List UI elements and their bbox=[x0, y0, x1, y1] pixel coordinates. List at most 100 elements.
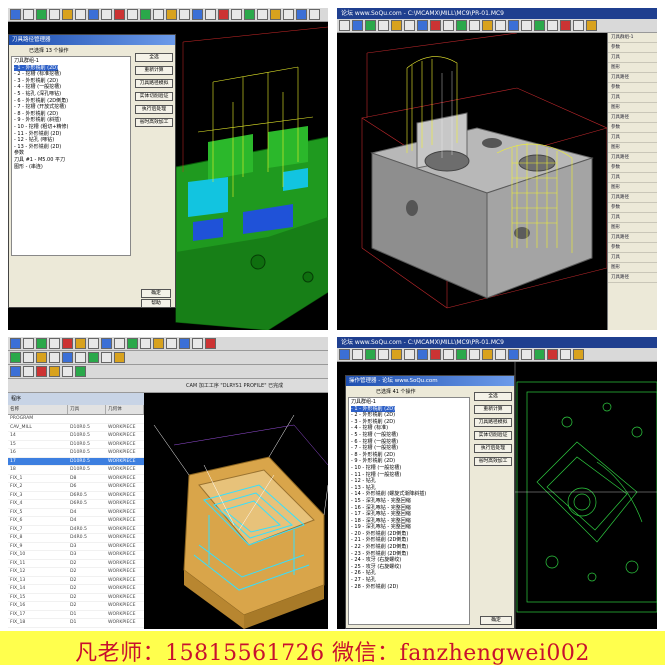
machine-tool-icon[interactable] bbox=[88, 352, 99, 363]
tree-item[interactable]: - 12 - 钻孔 bbox=[351, 478, 467, 485]
operations-tree[interactable]: 刀具群组-1- 1 - 外形铣削 (2D) - 2 - 外形铣削 (2D) - 3 … bbox=[348, 397, 470, 625]
render-icon[interactable] bbox=[205, 338, 216, 349]
side-panel-item[interactable]: 参数 bbox=[608, 163, 657, 173]
toolbar-row-2[interactable] bbox=[8, 351, 328, 365]
zoom-icon[interactable] bbox=[391, 20, 402, 31]
tree-item[interactable]: - 13 - 外形铣削 (2D) bbox=[14, 144, 128, 151]
post-icon[interactable] bbox=[296, 9, 307, 20]
rotate-icon[interactable] bbox=[417, 20, 428, 31]
side-panel-item[interactable]: 参数 bbox=[608, 243, 657, 253]
replay-icon[interactable] bbox=[88, 338, 99, 349]
navigator-row[interactable]: FIX_2 D6 WORKPIECE bbox=[8, 483, 144, 492]
toolbar[interactable] bbox=[337, 348, 657, 362]
help-button[interactable]: 帮助 bbox=[141, 299, 171, 308]
shade-icon[interactable] bbox=[166, 9, 177, 20]
point-icon[interactable] bbox=[153, 9, 164, 20]
new-file-icon[interactable] bbox=[339, 20, 350, 31]
plane-icon[interactable] bbox=[508, 20, 519, 31]
navigator-row[interactable]: PROGRAM bbox=[8, 415, 144, 424]
side-panel-item[interactable]: 参数 bbox=[608, 43, 657, 53]
column-geometry[interactable]: 几何体 bbox=[106, 405, 144, 414]
layer-icon[interactable] bbox=[75, 366, 86, 377]
tree-item[interactable]: - 27 - 钻孔 bbox=[351, 577, 467, 584]
navigator-row[interactable]: FIX_1 D8 WORKPIECE bbox=[8, 475, 144, 483]
tree-item[interactable]: - 5 - 挖槽 (一般挖槽) bbox=[351, 432, 467, 439]
column-tool[interactable]: 刀具 bbox=[68, 405, 106, 414]
side-panel-item[interactable]: 参数 bbox=[608, 203, 657, 213]
side-panel-item[interactable]: 图形 bbox=[608, 263, 657, 273]
operations-tree[interactable]: 刀具群组-1- 1 - 外形铣削 (2D) - 2 - 挖槽 (标准挖槽) - 3 … bbox=[11, 56, 131, 256]
delete-icon[interactable] bbox=[62, 338, 73, 349]
manager-button[interactable]: 省时高效加工 bbox=[474, 457, 512, 466]
tree-item[interactable]: 图形 - (串连) bbox=[14, 164, 128, 171]
move-icon[interactable] bbox=[49, 366, 60, 377]
manager-button[interactable]: 全选 bbox=[474, 392, 512, 401]
level-icon[interactable] bbox=[521, 349, 532, 360]
graphics-viewport[interactable] bbox=[337, 33, 607, 330]
generate-icon[interactable] bbox=[75, 338, 86, 349]
shade-icon[interactable] bbox=[456, 20, 467, 31]
zoom-icon[interactable] bbox=[391, 349, 402, 360]
side-panel-item[interactable]: 刀具 bbox=[608, 213, 657, 223]
ok-button[interactable]: 确定 bbox=[480, 616, 512, 625]
verify-icon[interactable] bbox=[101, 338, 112, 349]
navigator-row[interactable]: FIX_5 D4 WORKPIECE bbox=[8, 509, 144, 517]
side-panel-item[interactable]: 刀具 bbox=[608, 93, 657, 103]
rotate-icon[interactable] bbox=[88, 9, 99, 20]
navigator-row[interactable]: FIX_15 D2 WORKPIECE bbox=[8, 594, 144, 602]
operation-navigator[interactable]: 名称 刀具 几何体 PROGRAM CAV_MILL D10R0.5 WORKPIEC… bbox=[8, 405, 144, 629]
create-tool-icon[interactable] bbox=[23, 352, 34, 363]
navigator-row[interactable]: FIX_9 D3 WORKPIECE bbox=[8, 543, 144, 551]
arc-icon[interactable] bbox=[482, 349, 493, 360]
analyze-icon[interactable] bbox=[257, 9, 268, 20]
toolpath-side-panel[interactable]: 刀具群组-1 参数 刀具 图形 刀具路径 参数 刀具 图形 刀具路径 参数 刀具 图形 刀具路径 参数 刀具… bbox=[607, 33, 657, 330]
manager-button[interactable]: 刀具路径模拟 bbox=[474, 418, 512, 427]
verify-icon[interactable] bbox=[547, 20, 558, 31]
program-order-icon[interactable] bbox=[75, 352, 86, 363]
side-panel-item[interactable]: 图形 bbox=[608, 63, 657, 73]
manager-button[interactable]: 实体切削验证 bbox=[135, 92, 173, 101]
zoom-icon[interactable] bbox=[62, 9, 73, 20]
tree-item[interactable]: - 7 - 挖槽 (一般挖槽) bbox=[351, 445, 467, 452]
navigator-row[interactable]: FIX_14 D2 WORKPIECE bbox=[8, 585, 144, 594]
side-panel-item[interactable]: 刀具 bbox=[608, 253, 657, 263]
navigator-row[interactable]: FIX_8 D4R0.5 WORKPIECE bbox=[8, 534, 144, 543]
wire-icon[interactable] bbox=[10, 366, 21, 377]
new-file-icon[interactable] bbox=[339, 349, 350, 360]
save-icon[interactable] bbox=[36, 9, 47, 20]
side-panel-item[interactable]: 图形 bbox=[608, 103, 657, 113]
print-icon[interactable] bbox=[49, 9, 60, 20]
print-icon[interactable] bbox=[378, 349, 389, 360]
tree-item[interactable]: - 28 - 外形铣削 (2D) bbox=[351, 584, 467, 591]
color-icon[interactable] bbox=[244, 9, 255, 20]
tree-item[interactable]: - 17 - 深孔啄钻 - 完整回缩 bbox=[351, 511, 467, 518]
navigator-row[interactable]: FIX_16 D2 WORKPIECE bbox=[8, 602, 144, 611]
tree-item[interactable]: 刀具群组-1 bbox=[14, 58, 128, 65]
toolpath-icon[interactable] bbox=[270, 9, 281, 20]
side-panel-item[interactable]: 刀具 bbox=[608, 53, 657, 63]
manager-button[interactable]: 执行后处理 bbox=[135, 105, 173, 114]
view-icon[interactable] bbox=[192, 9, 203, 20]
rotate-icon[interactable] bbox=[179, 338, 190, 349]
side-panel-item[interactable]: 图形 bbox=[608, 143, 657, 153]
zoom-icon[interactable] bbox=[166, 338, 177, 349]
view-icon[interactable] bbox=[495, 20, 506, 31]
manager-button[interactable]: 重新计算 bbox=[474, 405, 512, 414]
tree-item[interactable]: - 22 - 外形铣削 (2D倒角) bbox=[351, 544, 467, 551]
create-operation-icon[interactable] bbox=[62, 352, 73, 363]
undo-icon[interactable] bbox=[10, 338, 21, 349]
save-icon[interactable] bbox=[365, 349, 376, 360]
tree-item[interactable]: - 4 - 挖槽 (标准) bbox=[351, 425, 467, 432]
insert-icon[interactable] bbox=[36, 366, 47, 377]
tree-item[interactable]: - 2 - 挖槽 (标准挖槽) bbox=[14, 71, 128, 78]
view-icon[interactable] bbox=[140, 338, 151, 349]
tree-item[interactable]: - 14 - 外形铣削 (螺旋式渐降斜插) bbox=[351, 491, 467, 498]
navigator-row[interactable]: FIX_17 D1 WORKPIECE bbox=[8, 611, 144, 619]
tree-item[interactable]: - 4 - 挖槽 (一般挖槽) bbox=[14, 84, 128, 91]
toolpath-icon[interactable] bbox=[534, 349, 545, 360]
navigator-row[interactable]: FIX_4 D6R0.5 WORKPIECE bbox=[8, 500, 144, 509]
navigator-row[interactable]: 15 D10R0.5 WORKPIECE bbox=[8, 441, 144, 449]
navigator-row[interactable]: FIX_13 D2 WORKPIECE bbox=[8, 577, 144, 585]
navigator-row[interactable]: FIX_3 D6R0.5 WORKPIECE bbox=[8, 492, 144, 500]
redo-icon[interactable] bbox=[23, 338, 34, 349]
